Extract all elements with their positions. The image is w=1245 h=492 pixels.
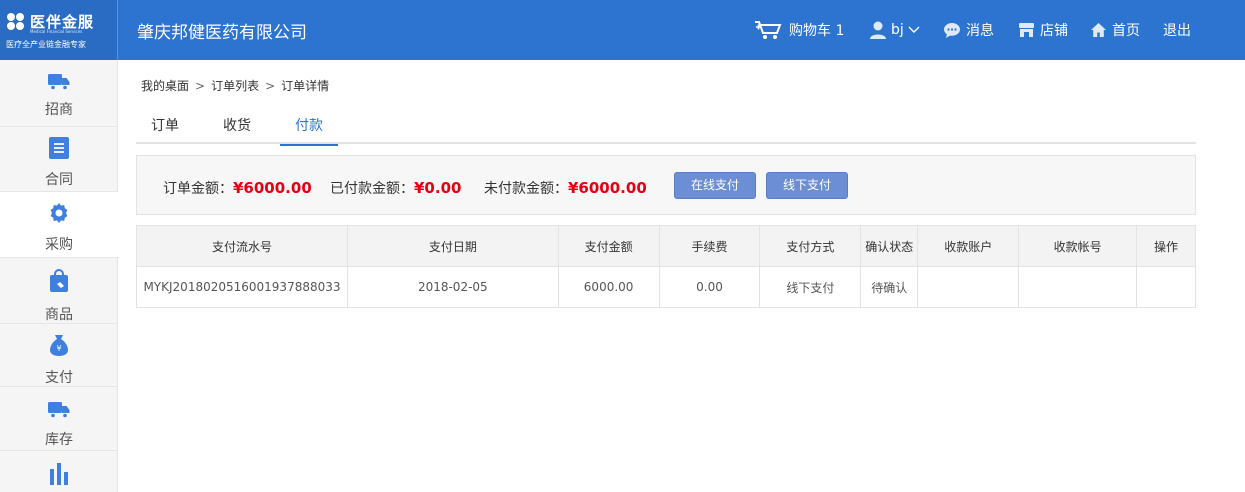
cart-link[interactable]: 购物车 1	[754, 0, 844, 60]
store-link[interactable]: 店铺	[1018, 0, 1068, 60]
money-bag-icon: ¥	[50, 335, 68, 356]
paid-amount-label: 已付款金额：	[330, 181, 414, 197]
offline-pay-button[interactable]: 线下支付	[766, 172, 848, 199]
sidebar-item-payment[interactable]: ¥ 支付	[0, 324, 118, 387]
column-header: 收款账户	[917, 225, 1020, 267]
tab-payment[interactable]: 付款	[280, 112, 338, 146]
company-name: 肇庆邦健医药有限公司	[137, 23, 307, 43]
document-icon	[49, 137, 69, 159]
payment-summary: 订单金额：¥6000.00 已付款金额：¥0.00 未付款金额：¥6000.00…	[136, 155, 1196, 215]
user-menu[interactable]: bj	[870, 0, 925, 60]
sidebar-item-label: 采购	[45, 237, 73, 253]
sidebar-item-label: 合同	[45, 172, 73, 188]
chat-bubble-icon	[944, 22, 960, 38]
logout-label: 退出	[1163, 23, 1191, 39]
order-amount-label: 订单金额：	[163, 181, 233, 197]
payment-table: 支付流水号 支付日期 支付金额 手续费 支付方式 确认状态 收款账户 收款帐号 …	[136, 225, 1196, 308]
breadcrumb: 我的桌面 > 订单列表 > 订单详情	[141, 77, 329, 94]
home-icon	[1091, 23, 1106, 37]
sidebar-item-goods[interactable]: 商品	[0, 258, 118, 324]
breadcrumb-separator: >	[195, 79, 206, 93]
sidebar-item-label: 商品	[45, 307, 73, 323]
sidebar-item-label: 支付	[45, 370, 73, 386]
payment-date-cell: 2018-02-05	[346, 266, 559, 308]
payment-method-cell: 线下支付	[759, 266, 862, 308]
receiving-account-cell	[917, 266, 1020, 308]
paid-amount: 已付款金额：¥0.00	[330, 178, 461, 198]
top-navbar: 医伴金服 Medical Financial Services 医疗全产业链金融…	[0, 0, 1245, 60]
table-row: MYKJ2018020516001937888033 2018-02-05 60…	[136, 266, 1196, 308]
chevron-down-icon	[908, 26, 920, 33]
svg-text:¥: ¥	[56, 344, 61, 353]
column-header: 支付方式	[759, 225, 862, 267]
serial-number-cell: MYKJ2018020516001937888033	[136, 266, 348, 308]
fee-cell: 0.00	[658, 266, 761, 308]
column-header: 支付金额	[557, 225, 660, 267]
sidebar-item-recruit[interactable]: 招商	[0, 60, 118, 127]
truck-icon	[48, 402, 70, 419]
shopping-bag-icon	[50, 269, 68, 292]
column-header: 手续费	[658, 225, 761, 267]
sidebar-item-label: 招商	[45, 102, 73, 118]
actions-cell	[1136, 266, 1196, 308]
home-link[interactable]: 首页	[1090, 0, 1140, 60]
unpaid-amount-label: 未付款金额：	[484, 181, 568, 197]
tab-receipt[interactable]: 收货	[208, 112, 266, 144]
logo-english-name: Medical Financial Services	[30, 29, 83, 34]
truck-icon	[48, 74, 70, 91]
cart-icon	[755, 21, 782, 39]
gear-icon	[50, 203, 68, 223]
confirm-status-cell: 待确认	[860, 266, 919, 308]
sidebar-item-label: 库存	[45, 432, 73, 448]
sidebar-item-purchase[interactable]: 采购	[0, 192, 119, 258]
sidebar-item-statistics[interactable]	[0, 451, 118, 492]
paid-amount-value: ¥0.00	[414, 179, 462, 197]
sidebar: 招商 合同 采购 商品 ¥ 支付 库存	[0, 60, 119, 492]
receiving-account-number-cell	[1018, 266, 1138, 308]
column-header: 确认状态	[860, 225, 919, 267]
order-amount: 订单金额：¥6000.00	[163, 178, 312, 198]
user-icon	[870, 21, 886, 39]
table-header-row: 支付流水号 支付日期 支付金额 手续费 支付方式 确认状态 收款账户 收款帐号 …	[136, 225, 1196, 267]
unpaid-amount: 未付款金额：¥6000.00	[484, 178, 647, 198]
breadcrumb-order-detail: 订单详情	[281, 79, 330, 93]
messages-label: 消息	[966, 23, 994, 39]
breadcrumb-separator: >	[265, 79, 276, 93]
logo[interactable]: 医伴金服 Medical Financial Services 医疗全产业链金融…	[0, 0, 118, 60]
home-label: 首页	[1112, 23, 1140, 39]
logo-mark-icon	[7, 13, 25, 31]
column-header: 支付流水号	[136, 225, 348, 267]
breadcrumb-order-list[interactable]: 订单列表	[211, 79, 259, 93]
bar-chart-icon	[50, 463, 68, 485]
breadcrumb-desk[interactable]: 我的桌面	[141, 79, 189, 93]
store-icon	[1019, 23, 1034, 37]
payment-amount-cell: 6000.00	[557, 266, 660, 308]
order-amount-value: ¥6000.00	[233, 179, 312, 197]
messages-link[interactable]: 消息	[943, 0, 994, 60]
tab-bar: 订单 收货 付款	[136, 112, 1196, 146]
unpaid-amount-value: ¥6000.00	[568, 179, 647, 197]
column-header: 操作	[1136, 225, 1196, 267]
store-label: 店铺	[1040, 23, 1068, 39]
tab-order[interactable]: 订单	[136, 112, 194, 144]
username: bj	[891, 22, 904, 38]
column-header: 收款帐号	[1018, 225, 1138, 267]
sidebar-item-inventory[interactable]: 库存	[0, 387, 118, 451]
sidebar-item-contract[interactable]: 合同	[0, 127, 118, 192]
online-pay-button[interactable]: 在线支付	[674, 172, 756, 199]
cart-label: 购物车 1	[789, 23, 845, 39]
column-header: 支付日期	[346, 225, 559, 267]
logo-slogan: 医疗全产业链金融专家	[6, 40, 86, 49]
logout-link[interactable]: 退出	[1163, 0, 1191, 60]
